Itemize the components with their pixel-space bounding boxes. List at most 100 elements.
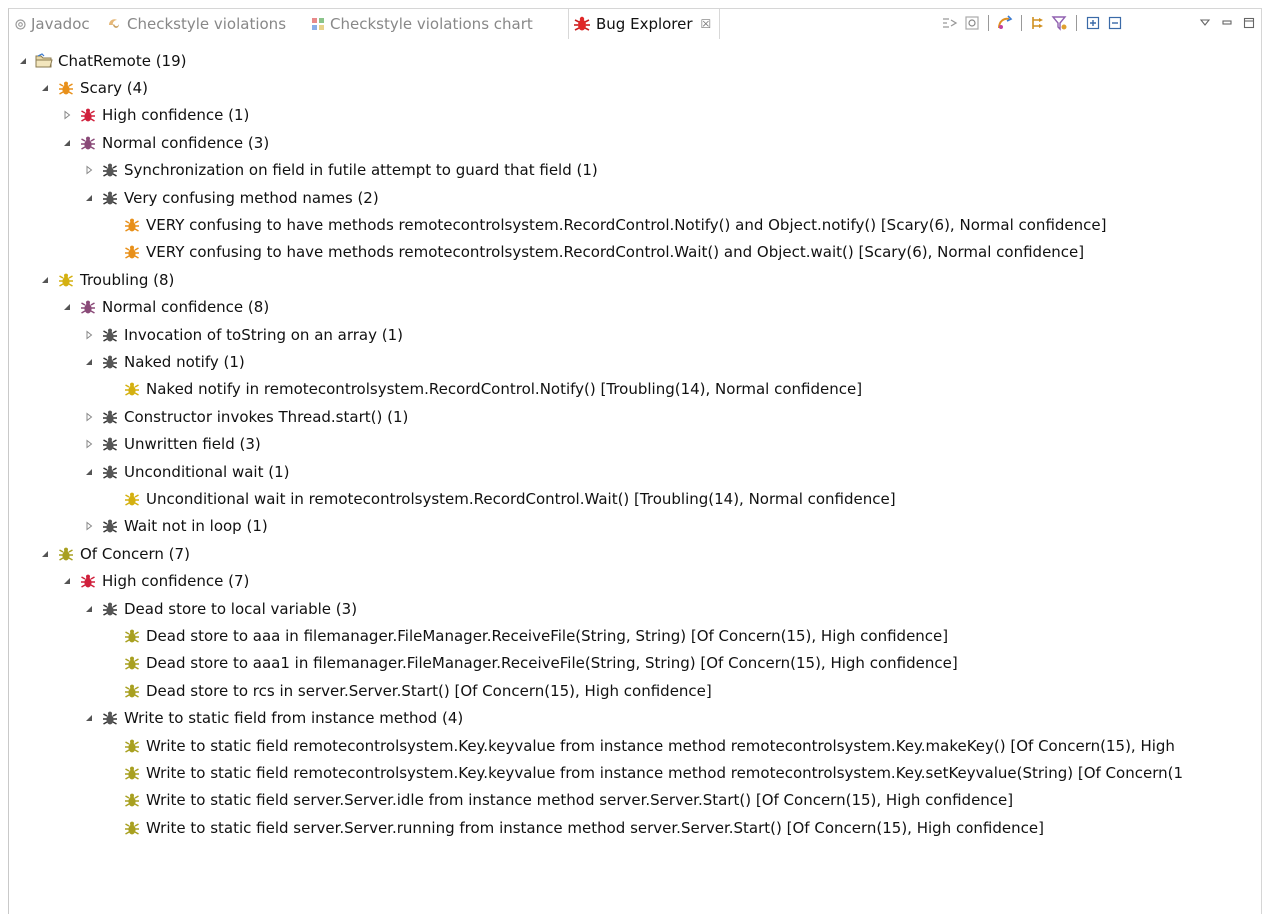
- tree-node-label: Very confusing method names (2): [124, 188, 379, 207]
- tree-node-row[interactable]: Constructor invokes Thread.start() (1): [83, 403, 408, 430]
- collapsed-arrow-icon[interactable]: [83, 329, 95, 341]
- bug-olive-icon: [123, 791, 141, 809]
- bug-instance-row[interactable]: Dead store to aaa1 in filemanager.FileMa…: [105, 650, 958, 677]
- bug-instance-row[interactable]: Write to static field remotecontrolsyste…: [105, 732, 1175, 759]
- expanded-arrow-icon[interactable]: [83, 356, 95, 368]
- expand-all-icon[interactable]: [1084, 14, 1102, 32]
- minimize-icon[interactable]: [1218, 14, 1236, 32]
- find-icon[interactable]: [963, 14, 981, 32]
- tree-node-label: Dead store to rcs in server.Server.Start…: [146, 681, 712, 700]
- tree-node-label: Write to static field server.Server.runn…: [146, 818, 1044, 837]
- tree-node-row[interactable]: Naked notify (1): [83, 348, 245, 375]
- tree-node-row[interactable]: High confidence (1): [61, 102, 249, 129]
- view-menu-icon[interactable]: [1196, 14, 1214, 32]
- maximize-icon[interactable]: [1240, 14, 1258, 32]
- collapsed-arrow-icon[interactable]: [83, 438, 95, 450]
- tree-node-row[interactable]: Unconditional wait (1): [83, 458, 290, 485]
- collapsed-arrow-icon[interactable]: [83, 411, 95, 423]
- tab-label: Javadoc: [31, 15, 90, 33]
- expanded-arrow-icon[interactable]: [39, 274, 51, 286]
- view-tab-bar: Javadoc Checkstyle violations Checkstyle…: [9, 9, 1261, 39]
- tree-node-row[interactable]: Dead store to local variable (3): [83, 595, 357, 622]
- bug-instance-row[interactable]: Write to static field server.Server.runn…: [105, 814, 1044, 841]
- tree-node-label: Dead store to aaa in filemanager.FileMan…: [146, 626, 949, 645]
- tab-label: Checkstyle violations: [127, 15, 287, 33]
- view-menu-controls: [1194, 9, 1260, 37]
- tree-node-row[interactable]: High confidence (7): [61, 568, 249, 595]
- bug-purple-icon: [79, 134, 97, 152]
- tree-node-row[interactable]: Of Concern (7): [39, 540, 190, 567]
- expanded-arrow-icon[interactable]: [83, 712, 95, 724]
- view-toolbar: [939, 9, 1126, 37]
- tab-checkstyle-violations[interactable]: Checkstyle violations: [106, 9, 286, 39]
- bug-instance-row[interactable]: VERY confusing to have methods remotecon…: [105, 211, 1106, 238]
- expanded-arrow-icon[interactable]: [83, 603, 95, 615]
- tree-node-row[interactable]: Troubling (8): [39, 266, 174, 293]
- collapsed-arrow-icon[interactable]: [83, 520, 95, 532]
- expanded-arrow-icon[interactable]: [83, 466, 95, 478]
- tree-node-row[interactable]: Write to static field from instance meth…: [83, 705, 463, 732]
- tab-checkstyle-chart[interactable]: Checkstyle violations chart: [311, 9, 533, 39]
- bug-instance-row[interactable]: Dead store to rcs in server.Server.Start…: [105, 677, 712, 704]
- bug-olive-icon: [123, 737, 141, 755]
- bug-olive-icon: [123, 764, 141, 782]
- tab-label: Checkstyle violations chart: [330, 15, 533, 33]
- project-folder-icon: [35, 52, 53, 70]
- group-by-icon[interactable]: [1029, 14, 1047, 32]
- bug-instance-row[interactable]: Write to static field remotecontrolsyste…: [105, 759, 1183, 786]
- close-icon[interactable]: ☒: [701, 17, 712, 31]
- expanded-arrow-icon[interactable]: [61, 137, 73, 149]
- filter-icon[interactable]: [941, 14, 959, 32]
- bug-orange-icon: [57, 79, 75, 97]
- expanded-arrow-icon[interactable]: [61, 301, 73, 313]
- refresh-icon[interactable]: [996, 14, 1014, 32]
- bug-yellow-icon: [57, 271, 75, 289]
- bug-yellow-icon: [123, 380, 141, 398]
- bug-instance-row[interactable]: Dead store to aaa in filemanager.FileMan…: [105, 622, 948, 649]
- toolbar-separator: [1021, 15, 1022, 31]
- tree-node-row[interactable]: Unwritten field (3): [83, 431, 261, 458]
- collapse-all-icon[interactable]: [1106, 14, 1124, 32]
- collapsed-arrow-icon[interactable]: [83, 164, 95, 176]
- tree-node-row[interactable]: Scary (4): [39, 74, 148, 101]
- expanded-arrow-icon[interactable]: [39, 82, 51, 94]
- tree-node-row[interactable]: Normal confidence (8): [61, 294, 269, 321]
- tab-bug-explorer[interactable]: Bug Explorer ☒: [568, 9, 721, 39]
- bug-olive-icon: [123, 819, 141, 837]
- expanded-arrow-icon[interactable]: [17, 55, 29, 67]
- tree-node-label: Of Concern (7): [80, 544, 190, 563]
- tree-node-label: Synchronization on field in futile attem…: [124, 161, 598, 180]
- bug-instance-row[interactable]: VERY confusing to have methods remotecon…: [105, 239, 1084, 266]
- tree-node-label: High confidence (1): [102, 106, 250, 125]
- tree-node-label: Write to static field server.Server.idle…: [146, 791, 1014, 810]
- collapsed-arrow-icon[interactable]: [61, 109, 73, 121]
- tree-node-label: Dead store to aaa1 in filemanager.FileMa…: [146, 654, 958, 673]
- expanded-arrow-icon[interactable]: [61, 575, 73, 587]
- tree-node-label: Invocation of toString on an array (1): [124, 325, 404, 344]
- tab-javadoc[interactable]: Javadoc: [15, 9, 90, 39]
- expanded-arrow-icon[interactable]: [83, 192, 95, 204]
- bug-olive-icon: [57, 545, 75, 563]
- bug-olive-icon: [123, 627, 141, 645]
- bug-instance-row[interactable]: Write to static field server.Server.idle…: [105, 787, 1013, 814]
- at-icon: [15, 18, 26, 30]
- tree-node-row[interactable]: ChatRemote (19): [17, 47, 187, 74]
- tree-node-row[interactable]: Normal confidence (3): [61, 129, 269, 156]
- tree-node-row[interactable]: Synchronization on field in futile attem…: [83, 157, 598, 184]
- filter-bugs-icon[interactable]: [1051, 14, 1069, 32]
- chart-icon: [311, 17, 325, 31]
- bug-instance-row[interactable]: Naked notify in remotecontrolsystem.Reco…: [105, 376, 862, 403]
- tree-node-row[interactable]: Very confusing method names (2): [83, 184, 379, 211]
- tree-node-label: VERY confusing to have methods remotecon…: [146, 215, 1107, 234]
- tree-node-row[interactable]: Invocation of toString on an array (1): [83, 321, 403, 348]
- tree-node-row[interactable]: Wait not in loop (1): [83, 513, 268, 540]
- tree-node-label: Normal confidence (3): [102, 133, 270, 152]
- expanded-arrow-icon[interactable]: [39, 548, 51, 560]
- toolbar-separator: [988, 15, 989, 31]
- bug-instance-row[interactable]: Unconditional wait in remotecontrolsyste…: [105, 485, 896, 512]
